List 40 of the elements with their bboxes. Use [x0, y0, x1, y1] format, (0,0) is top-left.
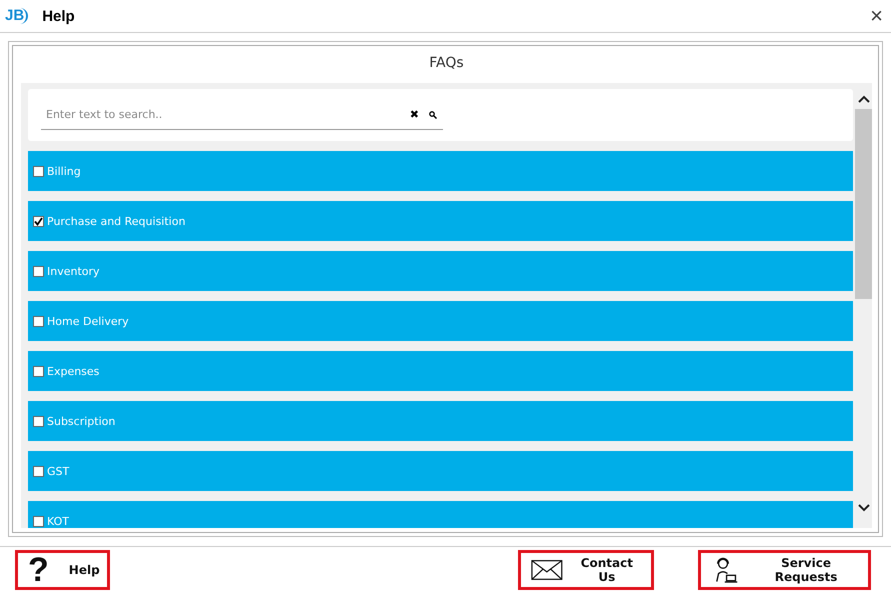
category-row[interactable]: Purchase and Requisition: [28, 201, 853, 241]
question-mark-icon: ?: [28, 553, 49, 587]
checkbox[interactable]: [33, 516, 44, 526]
category-label: Subscription: [47, 414, 116, 428]
search-icon[interactable]: [429, 110, 437, 118]
category-label: Home Delivery: [47, 314, 129, 328]
category-row[interactable]: KOT: [28, 501, 853, 528]
checkbox[interactable]: [33, 166, 44, 176]
category-row[interactable]: Expenses: [28, 351, 853, 391]
scroll-down-icon[interactable]: [858, 504, 870, 512]
category-row[interactable]: Subscription: [28, 401, 853, 441]
checkbox[interactable]: [33, 366, 44, 376]
category-label: Billing: [47, 164, 81, 178]
category-row[interactable]: Billing: [28, 151, 853, 191]
help-button[interactable]: ? Help: [15, 550, 110, 590]
scroll-up-icon[interactable]: [858, 95, 870, 103]
category-label: Purchase and Requisition: [47, 214, 186, 228]
panel-title: FAQs: [429, 54, 464, 73]
support-agent-icon: [715, 555, 738, 585]
category-row[interactable]: GST: [28, 451, 853, 491]
checkbox[interactable]: [33, 266, 44, 276]
category-label: KOT: [47, 514, 69, 528]
contact-button[interactable]: Contact Us: [518, 550, 654, 590]
checkbox[interactable]: [33, 466, 44, 476]
app-logo: JB: [5, 8, 28, 24]
envelope-icon: [531, 559, 563, 581]
search-field[interactable]: Enter text to search.. ✖: [41, 100, 443, 130]
category-row[interactable]: Home Delivery: [28, 301, 853, 341]
checkbox[interactable]: [33, 416, 44, 426]
category-label: GST: [47, 464, 70, 478]
service-button[interactable]: Service Requests: [698, 550, 871, 590]
close-button[interactable]: ×: [870, 5, 883, 27]
category-label: Expenses: [47, 364, 100, 378]
category-label: Inventory: [47, 264, 100, 278]
category-row[interactable]: Inventory: [28, 251, 853, 291]
scroll-thumb[interactable]: [855, 109, 872, 299]
window-title: Help: [42, 8, 75, 24]
checkbox[interactable]: [33, 316, 44, 326]
clear-button[interactable]: ✖: [410, 108, 419, 121]
checkbox[interactable]: [33, 216, 44, 226]
